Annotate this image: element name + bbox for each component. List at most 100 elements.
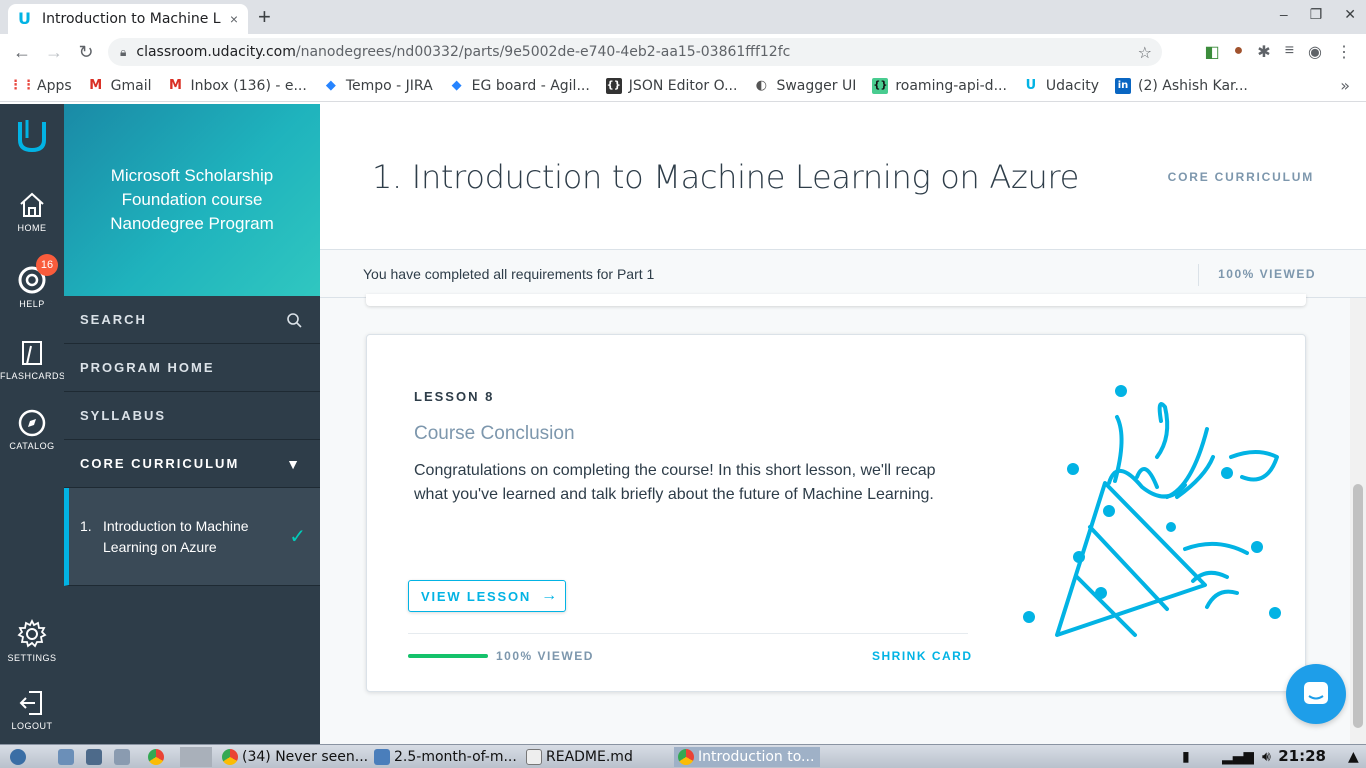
sidebar-item-intro-ml-azure[interactable]: 1. Introduction to Machine Learning on A… xyxy=(64,488,320,586)
extension-icon[interactable]: ◧ xyxy=(1204,42,1219,62)
jira-icon: ◆ xyxy=(325,78,336,93)
terminal-launcher[interactable] xyxy=(86,747,106,767)
back-arrow-icon[interactable]: ← xyxy=(6,42,38,63)
chrome-launcher[interactable] xyxy=(148,747,168,767)
close-window-button[interactable]: ✕ xyxy=(1344,6,1356,23)
window-launcher[interactable] xyxy=(114,747,134,767)
taskbar-item-udacity-active[interactable]: Introduction to... xyxy=(674,747,820,767)
profile-avatar-icon[interactable]: ◉ xyxy=(1308,42,1322,62)
start-menu-button[interactable] xyxy=(10,747,30,767)
bookmarks-overflow-icon[interactable]: » xyxy=(1340,76,1350,95)
page-title: 1. Introduction to Machine Learning on A… xyxy=(372,158,1080,196)
browser-tab-active[interactable]: U Introduction to Machine L × xyxy=(8,4,248,34)
minimize-button[interactable]: – xyxy=(1280,6,1288,23)
lesson-description: Congratulations on completing the course… xyxy=(414,462,936,503)
bookmark-roaming-api[interactable]: {} roaming-api-d... xyxy=(872,77,1007,94)
gmail-icon: M xyxy=(89,78,103,93)
clock[interactable]: 21:28 xyxy=(1278,747,1326,765)
window-icon xyxy=(114,749,130,765)
bookmark-eg-board[interactable]: ◆ EG board - Agil... xyxy=(449,78,590,94)
rail-logout[interactable]: LOGOUT xyxy=(0,688,64,731)
search-icon xyxy=(287,312,302,328)
reload-icon[interactable]: ↻ xyxy=(70,42,102,63)
view-lesson-button[interactable]: VIEW LESSON → xyxy=(408,580,566,612)
bookmark-udacity[interactable]: U Udacity xyxy=(1023,78,1099,94)
notification-icon[interactable]: ▲ xyxy=(1348,747,1359,767)
bookmark-linkedin[interactable]: in (2) Ashish Kar... xyxy=(1115,77,1248,94)
udacity-favicon-icon: U xyxy=(18,9,31,28)
bookmark-apps[interactable]: ⋮⋮ Apps xyxy=(9,78,72,94)
left-rail-nav: HOME HELP 16 FLASHCARDS CATALOG SETTINGS xyxy=(0,104,65,744)
part-progress-label: 100% VIEWED xyxy=(1218,267,1316,281)
new-tab-button[interactable]: + xyxy=(258,6,271,28)
page-scrollbar[interactable] xyxy=(1350,298,1366,744)
puzzle-extensions-icon[interactable]: ✱ xyxy=(1257,42,1270,62)
show-desktop-button[interactable] xyxy=(58,747,78,767)
network-signal-icon[interactable]: ▂▄▆ xyxy=(1222,747,1254,767)
chrome-icon xyxy=(678,749,694,765)
rail-flashcards[interactable]: FLASHCARDS xyxy=(0,338,65,381)
header-tag: CORE CURRICULUM xyxy=(1167,170,1314,184)
browser-tab-strip: U Introduction to Machine L × + – ❐ ✕ xyxy=(0,0,1366,34)
maximize-button[interactable]: ❐ xyxy=(1310,6,1323,23)
udacity-logo[interactable] xyxy=(0,116,64,156)
volume-icon[interactable]: 🔊︎ xyxy=(1262,747,1271,767)
bookmark-json-editor[interactable]: {} JSON Editor O... xyxy=(605,77,737,94)
settings-gear-icon xyxy=(17,618,47,648)
bookmark-inbox[interactable]: M Inbox (136) - e... xyxy=(168,78,307,94)
part-header: 1. Introduction to Machine Learning on A… xyxy=(320,104,1366,250)
menu-kebab-icon[interactable]: ⋮ xyxy=(1336,42,1352,62)
gmail-icon: M xyxy=(169,78,182,93)
address-bar[interactable]: 🔒︎ classroom.udacity.com/nanodegrees/nd0… xyxy=(108,38,1162,66)
help-notification-badge: 16 xyxy=(36,254,58,276)
start-icon xyxy=(10,749,26,765)
caret-down-icon: ▼ xyxy=(286,455,302,472)
bookmark-swagger[interactable]: ◐ Swagger UI xyxy=(753,78,857,94)
url-path: /nanodegrees/nd00332/parts/9e5002de-e740… xyxy=(295,44,791,60)
media-control-icon[interactable]: ≡ xyxy=(1285,42,1294,62)
taskbar-item-readme[interactable]: README.md xyxy=(526,747,633,767)
logout-icon xyxy=(19,691,42,715)
rail-catalog[interactable]: CATALOG xyxy=(0,408,64,451)
chrome-icon xyxy=(222,749,238,765)
bookmark-gmail[interactable]: M Gmail xyxy=(88,78,151,94)
browser-toolbar: ← → ↻ 🔒︎ classroom.udacity.com/nanodegre… xyxy=(0,34,1366,70)
tab-title: Introduction to Machine L xyxy=(42,11,221,27)
battery-icon[interactable]: ▮ xyxy=(1182,747,1190,767)
chat-launcher-button[interactable] xyxy=(1286,664,1346,724)
cookie-extension-icon[interactable]: ● xyxy=(1234,42,1244,62)
jira-icon: ◆ xyxy=(451,78,462,93)
folder-icon xyxy=(374,749,390,765)
taskbar-item-youtube[interactable]: (34) Never seen... xyxy=(222,747,368,767)
linkedin-icon: in xyxy=(1115,77,1131,94)
sidebar-syllabus[interactable]: SYLLABUS xyxy=(64,392,320,440)
chrome-icon xyxy=(148,749,164,765)
window-controls: – ❐ ✕ xyxy=(1280,6,1356,23)
bookmark-tempo-jira[interactable]: ◆ Tempo - JIRA xyxy=(323,78,433,94)
os-taskbar: (34) Never seen... 2.5-month-of-m... REA… xyxy=(0,744,1366,768)
scrollbar-thumb[interactable] xyxy=(1353,484,1363,728)
program-sidebar: Microsoft Scholarship Foundation course … xyxy=(64,104,320,744)
udacity-icon: U xyxy=(1025,78,1037,93)
swagger-green-icon: {} xyxy=(872,77,889,94)
rail-settings[interactable]: SETTINGS xyxy=(0,618,64,663)
text-file-icon xyxy=(526,749,542,765)
sidebar-core-curriculum[interactable]: CORE CURRICULUM ▼ xyxy=(64,440,320,488)
divider xyxy=(1198,264,1199,286)
bookmark-star-icon[interactable]: ☆ xyxy=(1138,43,1152,62)
tab-close-icon[interactable]: × xyxy=(230,11,238,27)
desktop-icon xyxy=(58,749,74,765)
shrink-card-link[interactable]: SHRINK CARD xyxy=(872,649,973,663)
checkmark-icon: ✓ xyxy=(289,526,306,548)
party-popper-icon xyxy=(1023,385,1281,637)
taskbar-item-folder[interactable]: 2.5-month-of-m... xyxy=(374,747,517,767)
sidebar-search[interactable]: SEARCH xyxy=(64,296,320,344)
sidebar-program-home[interactable]: PROGRAM HOME xyxy=(64,344,320,392)
taskbar-blank[interactable] xyxy=(180,747,212,767)
lesson-list: LESSON 8 Course Conclusion Congratulatio… xyxy=(320,294,1350,744)
forward-arrow-icon[interactable]: → xyxy=(38,42,70,63)
rail-home[interactable]: HOME xyxy=(0,190,64,233)
lesson-title[interactable]: Course Conclusion xyxy=(414,423,575,445)
compass-icon xyxy=(18,409,46,437)
terminal-icon xyxy=(86,749,102,765)
